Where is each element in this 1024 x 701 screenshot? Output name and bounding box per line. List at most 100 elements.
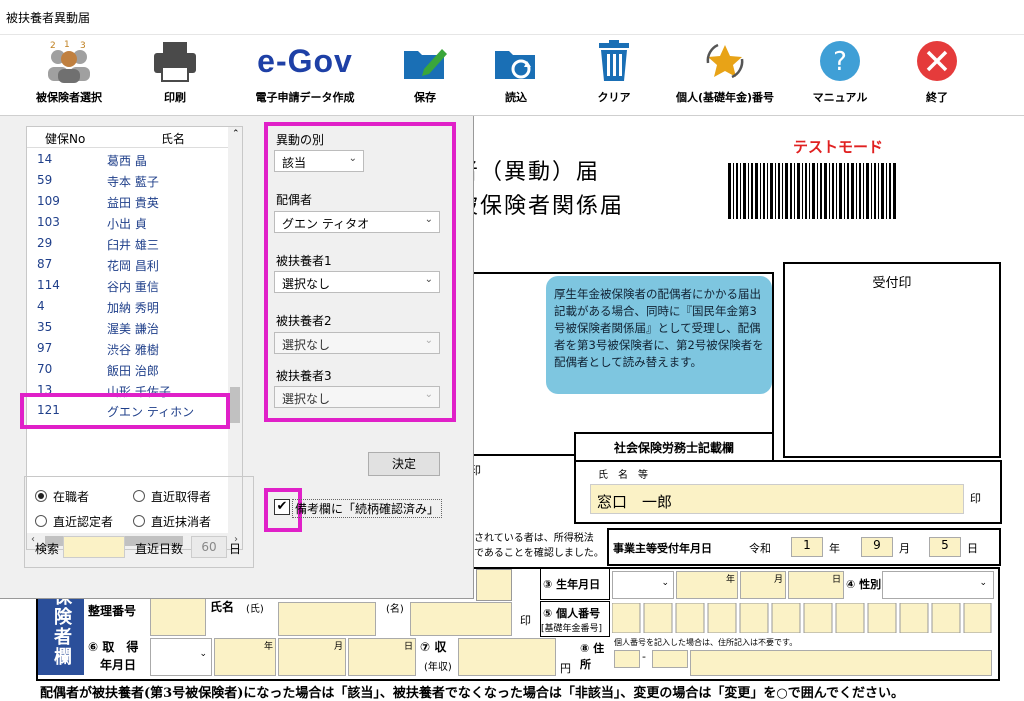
- receipt-month-field[interactable]: 9: [861, 537, 893, 557]
- chevron-down-icon: ⌄: [199, 649, 207, 659]
- first-name-field[interactable]: [410, 602, 512, 636]
- egov-logo-text: e-Gov: [257, 42, 353, 79]
- list-item-name: 渥美 謙治: [107, 322, 159, 336]
- egov-button[interactable]: e-Gov 電子申請データ作成: [240, 35, 370, 113]
- chevron-down-icon: ⌄: [424, 214, 433, 225]
- list-item[interactable]: 70 飯田 治郎: [27, 359, 227, 380]
- seal-mark: 印: [970, 492, 981, 505]
- recent-lost-radio[interactable]: [133, 515, 145, 527]
- name-field[interactable]: 窓口 一郎: [590, 484, 964, 514]
- type-select[interactable]: 該当 ⌄: [274, 150, 364, 172]
- birth-label-cell: ③ 生年月日: [540, 569, 610, 600]
- dep1-label: 被扶養者1: [276, 254, 332, 268]
- toolbar: 213 被保険者選択 印刷 e-Gov 電子申請データ作成 保存 読込 クリア: [0, 35, 1024, 116]
- dep1-select[interactable]: 選択なし ⌄: [274, 271, 440, 293]
- birth-month-field[interactable]: 月: [740, 571, 786, 599]
- birth-year-unit: 年: [725, 575, 735, 585]
- remarks-checkbox[interactable]: ✔: [274, 499, 290, 515]
- dep2-select[interactable]: 選択なし ⌄: [274, 332, 440, 354]
- gender-label: ④ 性別: [846, 578, 882, 591]
- gender-select[interactable]: ⌄: [882, 571, 994, 599]
- scroll-up-icon[interactable]: ⌃: [232, 129, 240, 139]
- type-value: 該当: [282, 156, 307, 170]
- birth-day-field[interactable]: 日: [788, 571, 844, 599]
- svg-text:3: 3: [80, 41, 86, 51]
- dep3-label: 被扶養者3: [276, 369, 332, 383]
- days-label: 直近日数: [135, 542, 184, 556]
- select-insured-button[interactable]: 213 被保険者選択: [24, 35, 114, 113]
- acq-month-field[interactable]: 月: [278, 638, 346, 676]
- list-item[interactable]: 97 渋谷 雅樹: [27, 338, 227, 359]
- acq-year-unit: 年: [263, 642, 273, 652]
- acq-label: ⑥ 取 得: [88, 640, 139, 654]
- list-item[interactable]: 114 谷内 重信: [27, 275, 227, 296]
- load-button[interactable]: 読込: [486, 35, 546, 113]
- acq-day-field[interactable]: 日: [348, 638, 416, 676]
- reception-stamp-label: 受付印: [872, 276, 912, 291]
- postal-dash: -: [642, 650, 646, 663]
- load-label: 読込: [505, 91, 527, 104]
- receipt-date-box: 事業主等受付年月日 令和 1 年 9 月 5 日: [607, 528, 1001, 566]
- last-name-field[interactable]: [278, 602, 376, 636]
- address-field[interactable]: [690, 650, 992, 676]
- seiri-field[interactable]: [150, 598, 206, 636]
- shimei-label: 氏名: [210, 600, 235, 614]
- postal-1[interactable]: [614, 650, 640, 668]
- test-mode-label: テストモード: [793, 138, 884, 156]
- birth-era-select[interactable]: ⌄: [612, 571, 674, 599]
- recent-lost-label: 直近抹消者: [151, 515, 212, 529]
- type-label: 異動の別: [276, 133, 325, 147]
- spouse-value: グエン ティタオ: [282, 217, 370, 231]
- selection-panel: 健保No 氏名 14 葛西 晶 59 寺本 藍子 109 益田 貴英 103 小出 貞 29 臼井…: [0, 116, 474, 599]
- recent-certified-radio[interactable]: [35, 515, 47, 527]
- chevron-down-icon: ⌄: [979, 578, 987, 588]
- employed-radio[interactable]: [35, 490, 47, 502]
- spouse-select[interactable]: グエン ティタオ ⌄: [274, 211, 440, 233]
- manual-button[interactable]: ? マニュアル: [805, 35, 875, 113]
- scroll-thumb[interactable]: [230, 387, 240, 423]
- personal-number-label: 個人(基礎年金)番号: [675, 91, 775, 104]
- days-input[interactable]: 60: [191, 536, 227, 558]
- list-item-no: 114: [37, 278, 60, 292]
- list-item[interactable]: 103 小出 貞: [27, 212, 227, 233]
- svg-text:2: 2: [50, 41, 56, 51]
- income-sub: (年収): [424, 662, 452, 673]
- list-item[interactable]: 35 渥美 謙治: [27, 317, 227, 338]
- search-input[interactable]: [63, 536, 125, 558]
- confirm-button[interactable]: 決定: [368, 452, 440, 476]
- exit-button[interactable]: 終了: [902, 35, 972, 113]
- printer-icon: [150, 35, 200, 87]
- print-button[interactable]: 印刷: [140, 35, 210, 113]
- list-item[interactable]: 109 益田 貴英: [27, 191, 227, 212]
- receipt-year-field[interactable]: 1: [791, 537, 823, 557]
- acq-era-select[interactable]: ⌄: [150, 638, 212, 676]
- chevron-down-icon: ⌄: [424, 335, 433, 346]
- form-title-1: 者（異動）届: [456, 160, 601, 185]
- save-button[interactable]: 保存: [395, 35, 455, 113]
- list-item[interactable]: 14 葛西 晶: [27, 149, 227, 170]
- yen-label: 円: [560, 662, 571, 675]
- acq-year-field[interactable]: 年: [214, 638, 276, 676]
- search-label: 検索: [35, 542, 60, 556]
- recent-certified-label: 直近認定者: [53, 515, 114, 529]
- dep1-value: 選択なし: [282, 277, 331, 291]
- personal-number-button[interactable]: 個人(基礎年金)番号: [665, 35, 785, 113]
- postal-2[interactable]: [652, 650, 688, 668]
- sharoushi-label: 社会保険労務士記載欄: [613, 441, 734, 455]
- field-top-a[interactable]: [476, 569, 512, 601]
- star-refresh-icon: [700, 35, 750, 87]
- income-field[interactable]: [458, 638, 556, 676]
- birth-year-field[interactable]: 年: [676, 571, 738, 599]
- receipt-day-field[interactable]: 5: [929, 537, 961, 557]
- kojin-digits[interactable]: [611, 602, 992, 634]
- list-item[interactable]: 4 加納 秀明: [27, 296, 227, 317]
- recent-acquired-radio[interactable]: [133, 490, 145, 502]
- barcode: [728, 163, 898, 219]
- vertical-scrollbar[interactable]: ⌃: [228, 127, 242, 533]
- list-item[interactable]: 59 寺本 藍子: [27, 170, 227, 191]
- dep3-select[interactable]: 選択なし ⌄: [274, 386, 440, 408]
- list-item[interactable]: 87 花岡 昌利: [27, 254, 227, 275]
- list-item[interactable]: 29 臼井 雄三: [27, 233, 227, 254]
- birth-label: ③ 生年月日: [543, 578, 601, 591]
- clear-button[interactable]: クリア: [584, 35, 644, 113]
